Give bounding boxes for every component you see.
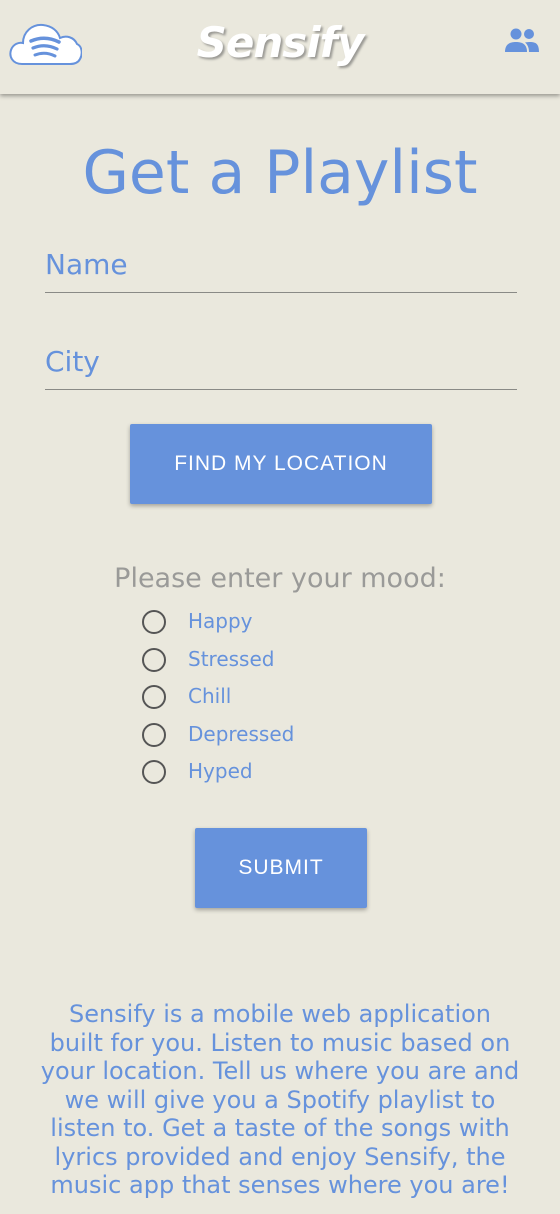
radio-circle[interactable] <box>142 610 166 634</box>
radio-circle[interactable] <box>142 723 166 747</box>
mood-option-label: Depressed <box>188 722 295 746</box>
submit-button[interactable]: SUBMIT <box>195 828 367 908</box>
mood-option-label: Chill <box>188 684 232 708</box>
mood-prompt: Please enter your mood: <box>114 563 446 594</box>
mood-option-label: Stressed <box>188 647 275 671</box>
mood-option-hyped[interactable]: Hyped <box>140 757 440 787</box>
mood-option-stressed[interactable]: Stressed <box>140 645 440 675</box>
find-location-button[interactable]: FIND MY LOCATION <box>130 424 432 504</box>
radio-circle[interactable] <box>142 760 166 784</box>
radio-circle[interactable] <box>142 648 166 672</box>
name-placeholder: Name <box>45 248 128 281</box>
about-text: Sensify is a mobile web application buil… <box>40 1000 520 1199</box>
mood-option-label: Hyped <box>188 759 253 783</box>
mood-option-depressed[interactable]: Depressed <box>140 720 440 750</box>
mood-option-chill[interactable]: Chill <box>140 682 440 712</box>
mood-option-label: Happy <box>188 609 253 633</box>
name-field[interactable]: Name <box>45 246 517 293</box>
city-field[interactable]: City <box>45 343 517 390</box>
page-title: Get a Playlist <box>82 138 478 208</box>
brand-title: Sensify <box>196 18 365 67</box>
radio-circle[interactable] <box>142 685 166 709</box>
people-icon[interactable] <box>504 26 540 54</box>
app-bar: Sensify <box>0 0 560 94</box>
mood-option-happy[interactable]: Happy <box>140 607 440 637</box>
city-placeholder: City <box>45 345 100 378</box>
